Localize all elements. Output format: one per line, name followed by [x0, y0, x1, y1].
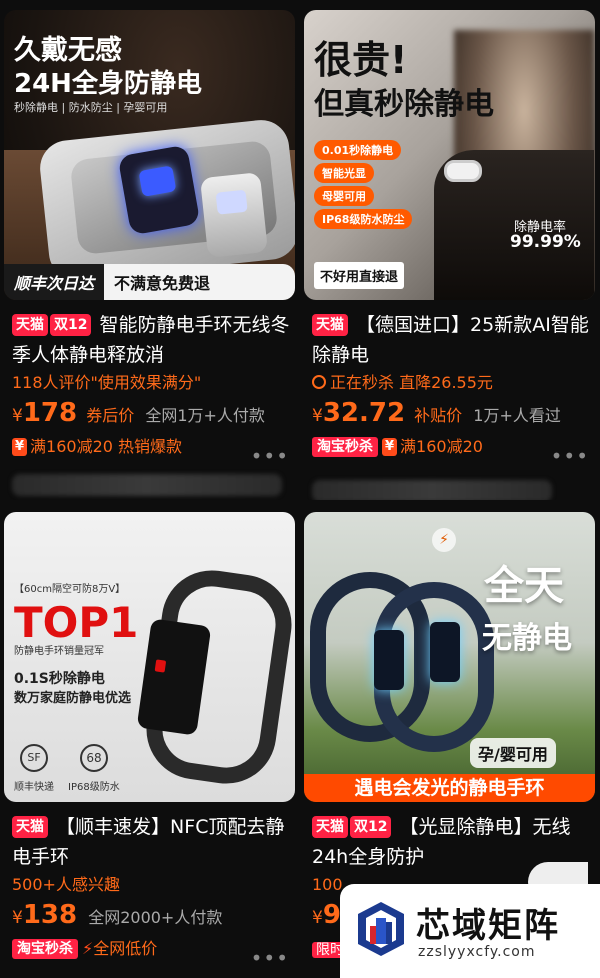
- sold-count: 全网2000+人付款: [88, 908, 223, 927]
- headline-2: 无静电: [482, 621, 572, 656]
- double12-tag: 双12: [350, 816, 392, 838]
- watermark-name: 芯域矩阵: [416, 906, 560, 946]
- more-options-icon[interactable]: •••: [251, 946, 289, 970]
- price: 178: [22, 398, 78, 428]
- maternity-badge: 孕/婴可用: [470, 738, 556, 768]
- product-card-3[interactable]: 【60cm隔空可防8万V】 TOP1 防静电手环销量冠军 0.1S秒除静电 数万…: [4, 512, 295, 978]
- headline-2: 24H全身防静电: [14, 69, 202, 99]
- flash-sale-meta: 正在秒杀 直降26.55元: [312, 370, 595, 396]
- tmall-tag: 天猫: [312, 816, 348, 838]
- spec-text: 【60cm隔空可防8万V】: [14, 584, 126, 595]
- taobao-flash-badge: 淘宝秒杀: [12, 939, 78, 959]
- currency: ¥: [312, 406, 323, 426]
- product-image-3[interactable]: 【60cm隔空可防8万V】 TOP1 防静电手环销量冠军 0.1S秒除静电 数万…: [4, 512, 295, 802]
- sf-express-icon: SF: [20, 744, 48, 772]
- tmall-tag: 天猫: [312, 314, 348, 336]
- waterproof-icon: 68: [80, 744, 108, 772]
- tmall-tag: 天猫: [12, 314, 48, 336]
- price: 9: [322, 900, 341, 930]
- icon2-label: IP68级防水: [68, 782, 120, 793]
- product-info-3: 天猫 【顺丰速发】NFC顶配去静电手环 500+人感兴趣 ¥138 全网2000…: [12, 812, 295, 970]
- rank-sub: 防静电手环销量冠军: [14, 646, 104, 657]
- glow-module-1: [374, 630, 404, 690]
- feature-pill-4: IP68级防水防尘: [314, 209, 413, 229]
- product-title-text: 【德国进口】25新款AI智能除静电: [312, 314, 589, 366]
- product-title-3[interactable]: 天猫 【顺丰速发】NFC顶配去静电手环: [12, 812, 295, 872]
- headline-1: 久戴无感: [14, 35, 122, 66]
- price-note: 补贴价: [414, 406, 463, 425]
- price: 138: [22, 900, 78, 930]
- headline-1: 全天: [484, 563, 564, 609]
- flash-sale-text: 正在秒杀 直降26.55元: [330, 373, 493, 392]
- product-image-4[interactable]: ⚡ 全天 无静电 孕/婴可用 遇电会发光的静电手环: [304, 512, 595, 802]
- sold-count: 全网1万+人付款: [145, 406, 265, 425]
- product-image-1[interactable]: 久戴无感 24H全身防静电 秒除静电 | 防水防尘 | 孕婴可用 顺丰次日达 不…: [4, 10, 295, 300]
- product-info-2: 天猫 【德国进口】25新款AI智能除静电 正在秒杀 直降26.55元 ¥32.7…: [312, 310, 595, 468]
- shipping-badge: 顺丰次日达: [4, 264, 105, 300]
- feature-pill-3: 母婴可用: [314, 186, 374, 206]
- watermark-logo-icon: [356, 900, 406, 958]
- coupon-icon: ¥: [12, 438, 28, 456]
- line-2: 数万家庭防静电优选: [14, 691, 132, 706]
- feature-pill-2: 智能光显: [314, 163, 374, 183]
- promo-text: 满160减20: [400, 437, 483, 456]
- alarm-clock-icon: [312, 375, 326, 389]
- glow-module-2: [430, 622, 460, 682]
- currency: ¥: [12, 406, 23, 426]
- lightning-icon: ⚡: [432, 528, 456, 552]
- blurred-line: [312, 480, 552, 500]
- bottom-banner: 遇电会发光的静电手环: [304, 774, 595, 802]
- review-meta: 118人评价"使用效果满分": [12, 373, 202, 392]
- price-row: ¥178 券后价 全网1万+人付款: [12, 396, 295, 433]
- price: 32.72: [322, 398, 406, 428]
- promo-text: 全网低价: [93, 939, 158, 958]
- tmall-tag: 天猫: [12, 816, 48, 838]
- price-row: ¥138 全网2000+人付款: [12, 898, 295, 935]
- view-count: 1万+人看过: [473, 406, 561, 425]
- product-card-2[interactable]: 很贵! 但真秒除静电 0.01秒除静电 智能光显 母婴可用 IP68级防水防尘 …: [304, 10, 595, 500]
- band-light: [199, 172, 269, 258]
- interest-meta: 500+人感兴趣: [12, 875, 120, 894]
- product-title-text: 【顺丰速发】NFC顶配去静电手环: [12, 816, 285, 868]
- features-line: 秒除静电 | 防水防尘 | 孕婴可用: [14, 101, 168, 114]
- watermark-url: zzslyyxcfy.com: [418, 944, 536, 960]
- line-1: 0.1S秒除静电: [14, 671, 105, 687]
- guarantee-badge: 不满意免费退: [104, 264, 295, 300]
- return-badge: 不好用直接退: [314, 262, 405, 289]
- product-card-1[interactable]: 久戴无感 24H全身防静电 秒除静电 | 防水防尘 | 孕婴可用 顺丰次日达 不…: [4, 10, 295, 500]
- rank-text: TOP1: [14, 598, 139, 647]
- icon1-label: 顺丰快递: [14, 782, 54, 793]
- watermark: 芯域矩阵 zzslyyxcfy.com: [340, 884, 600, 978]
- product-info-1: 天猫 双12 智能防静电手环无线冬季人体静电释放消 118人评价"使用效果满分" …: [12, 310, 295, 468]
- blurred-line: [12, 474, 282, 496]
- more-options-icon[interactable]: •••: [551, 444, 589, 468]
- promo-text: 满160减20 热销爆款: [30, 437, 183, 456]
- bottom-badges: 顺丰次日达 不满意免费退: [4, 264, 295, 300]
- taobao-flash-badge: 淘宝秒杀: [312, 437, 378, 457]
- price-row: ¥32.72 补贴价 1万+人看过: [312, 396, 595, 433]
- currency: ¥: [312, 908, 323, 928]
- price-note: 券后价: [86, 406, 135, 425]
- band-dark: [117, 144, 201, 236]
- feature-pill-1: 0.01秒除静电: [314, 140, 402, 160]
- double12-tag: 双12: [50, 314, 92, 336]
- product-title-2[interactable]: 天猫 【德国进口】25新款AI智能除静电: [312, 310, 595, 370]
- lightning-icon: ⚡: [82, 939, 94, 958]
- currency: ¥: [12, 908, 23, 928]
- product-title-1[interactable]: 天猫 双12 智能防静电手环无线冬季人体静电释放消: [12, 310, 295, 370]
- stat-value: 99.99%: [510, 232, 581, 252]
- wrist-band: [444, 160, 482, 182]
- coupon-icon: ¥: [382, 438, 398, 456]
- headline-1: 很贵!: [314, 38, 408, 82]
- product-image-2[interactable]: 很贵! 但真秒除静电 0.01秒除静电 智能光显 母婴可用 IP68级防水防尘 …: [304, 10, 595, 300]
- more-options-icon[interactable]: •••: [251, 444, 289, 468]
- headline-2: 但真秒除静电: [314, 87, 494, 122]
